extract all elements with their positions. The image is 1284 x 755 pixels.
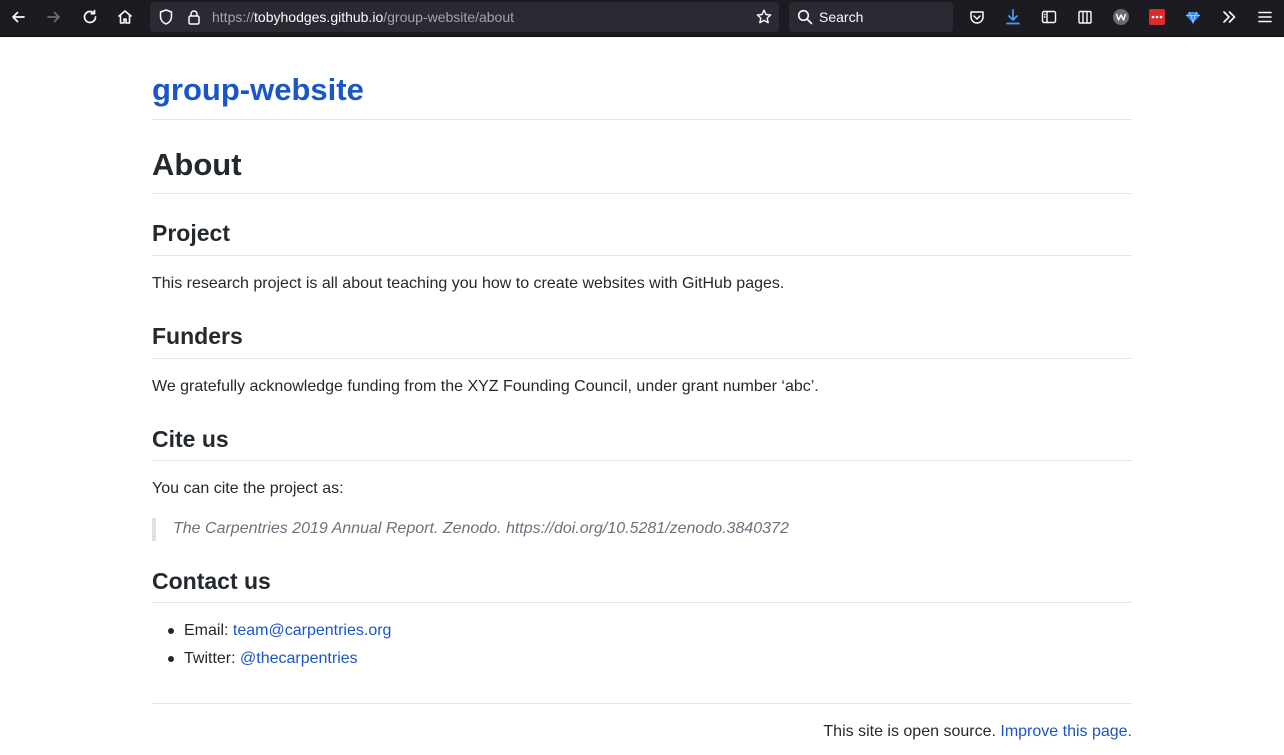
- cite-divider: [152, 460, 1132, 461]
- site-title-link[interactable]: group-website: [152, 71, 364, 109]
- w-extension-icon: [1113, 9, 1129, 25]
- back-button[interactable]: [5, 5, 31, 29]
- cite-text: You can cite the project as:: [152, 480, 344, 497]
- bullet-icon: [168, 628, 174, 634]
- chevron-double-right-icon: [1223, 11, 1236, 23]
- url-scheme: https://: [212, 9, 255, 25]
- red-dots-extension-icon: [1149, 9, 1165, 25]
- email-link[interactable]: team@carpentries.org: [233, 622, 392, 639]
- bookmark-star-icon[interactable]: [755, 8, 773, 26]
- funders-divider: [152, 358, 1132, 359]
- url-path: /group-website/about: [383, 9, 515, 25]
- contact-heading: Contact us: [152, 568, 271, 594]
- footer-divider: [152, 703, 1132, 704]
- download-icon: [1006, 9, 1020, 25]
- search-icon: [797, 9, 813, 25]
- home-icon: [117, 10, 133, 24]
- extension-red-button[interactable]: [1147, 7, 1167, 27]
- project-text: This research project is all about teach…: [152, 275, 785, 292]
- back-arrow-icon: [12, 11, 25, 23]
- cite-heading: Cite us: [152, 426, 229, 452]
- tracking-protection-shield-icon[interactable]: [157, 8, 175, 26]
- url-host: tobyhodges.github.io: [254, 9, 384, 25]
- title-divider: [152, 193, 1132, 194]
- contact-divider: [152, 602, 1132, 603]
- extension-w-button[interactable]: [1111, 7, 1131, 27]
- reload-button[interactable]: [77, 5, 103, 29]
- header-divider: [152, 119, 1132, 120]
- improve-page-link[interactable]: Improve this page.: [1000, 723, 1132, 740]
- pocket-button[interactable]: [967, 7, 987, 27]
- site-footer: This site is open source. Improve this p…: [823, 722, 1132, 742]
- bullet-icon: [168, 656, 174, 662]
- funders-heading: Funders: [152, 323, 243, 349]
- overflow-menu-button[interactable]: [1219, 7, 1239, 27]
- url-text[interactable]: https://tobyhodges.github.io/group-websi…: [212, 9, 514, 25]
- browser-toolbar: https://tobyhodges.github.io/group-websi…: [0, 0, 1284, 37]
- address-bar[interactable]: https://tobyhodges.github.io/group-websi…: [150, 2, 779, 32]
- downloads-button[interactable]: [1003, 7, 1023, 27]
- library-icon: [1078, 10, 1092, 24]
- web-page: group-website About Project This researc…: [0, 37, 1284, 755]
- email-label: Email:: [184, 622, 229, 639]
- footer-text: This site is open source.: [823, 723, 996, 740]
- project-divider: [152, 255, 1132, 256]
- hamburger-menu-icon: [1258, 11, 1272, 23]
- search-bar[interactable]: Search: [789, 2, 953, 32]
- search-placeholder: Search: [819, 9, 864, 25]
- home-button[interactable]: [112, 5, 138, 29]
- twitter-link[interactable]: @thecarpentries: [240, 650, 358, 667]
- lock-icon[interactable]: [185, 8, 203, 26]
- forward-button[interactable]: [41, 5, 67, 29]
- citation-blockquote: The Carpentries 2019 Annual Report. Zeno…: [152, 518, 789, 541]
- funders-text: We gratefully acknowledge funding from t…: [152, 378, 819, 395]
- sidebar-button[interactable]: [1039, 7, 1059, 27]
- reload-icon: [83, 9, 97, 24]
- app-menu-button[interactable]: [1255, 7, 1275, 27]
- page-title: About: [152, 147, 242, 182]
- library-button[interactable]: [1075, 7, 1095, 27]
- extension-gem-button[interactable]: [1183, 7, 1203, 27]
- twitter-label: Twitter:: [184, 650, 236, 667]
- gem-extension-icon: [1186, 11, 1200, 25]
- project-heading: Project: [152, 220, 230, 246]
- pocket-icon: [970, 11, 984, 24]
- sidebar-icon: [1041, 10, 1057, 24]
- forward-arrow-icon: [47, 11, 60, 23]
